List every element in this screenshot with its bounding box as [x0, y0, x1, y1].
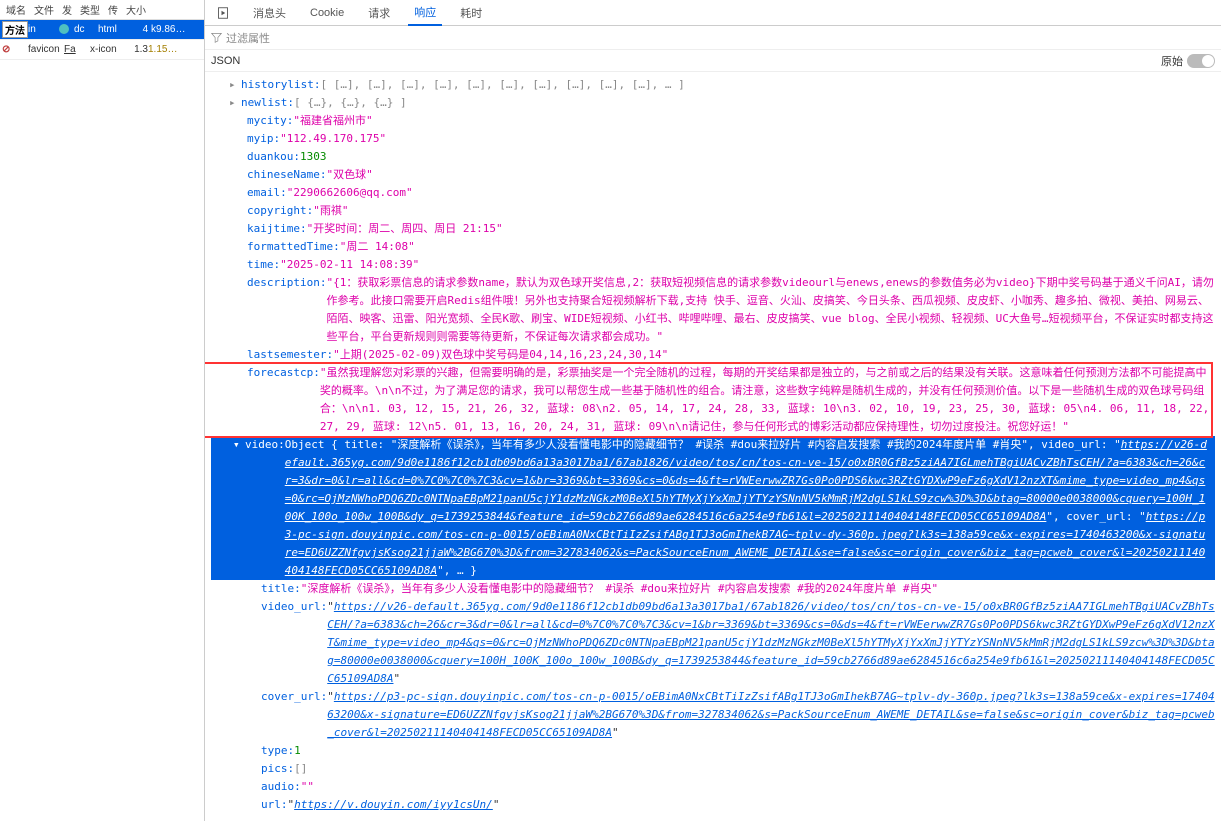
filter-icon	[211, 32, 222, 43]
raw-label: 原始	[1161, 53, 1183, 69]
method-badge: 方法	[2, 21, 28, 38]
blocked-icon: ⊘	[2, 44, 28, 55]
json-label: JSON	[211, 55, 240, 67]
filter-row: 过滤属性	[205, 26, 1221, 50]
pause-icon[interactable]	[211, 3, 235, 23]
tab-response[interactable]: 响应	[408, 0, 442, 26]
col-domain[interactable]: 域名	[2, 2, 30, 17]
raw-toggle[interactable]	[1187, 54, 1215, 68]
col-type[interactable]: 类型	[76, 2, 104, 17]
request-row-selected[interactable]: 方法 in dc html 4 k 9.86…	[0, 20, 204, 40]
json-body[interactable]: ▸historylist: [ […], […], […], […], […],…	[205, 72, 1221, 821]
request-row[interactable]: ⊘ favicon Fa x-icon 1.3 1.15…	[0, 40, 204, 60]
collapse-icon[interactable]: ▾	[233, 436, 245, 454]
tab-timing[interactable]: 耗时	[454, 1, 488, 25]
video-object-selected[interactable]: ▾video: Object { title: "深度解析《误杀》，当年有多少人…	[211, 436, 1215, 580]
request-list-panel: 域名 文件 发 类型 传 大小 方法 in dc html 4 k 9.86… …	[0, 0, 205, 821]
json-header-row: JSON 原始	[205, 50, 1221, 72]
tab-headers[interactable]: 消息头	[247, 1, 292, 25]
filter-placeholder[interactable]: 过滤属性	[226, 30, 270, 46]
tab-request[interactable]: 请求	[362, 1, 396, 25]
type-icon	[54, 24, 74, 35]
col-init[interactable]: 发	[58, 2, 76, 17]
col-size[interactable]: 大小	[122, 2, 150, 17]
expand-icon[interactable]: ▸	[229, 76, 241, 94]
detail-tabs: 消息头 Cookie 请求 响应 耗时	[205, 0, 1221, 26]
col-transfer[interactable]: 传	[104, 2, 122, 17]
col-file[interactable]: 文件	[30, 2, 58, 17]
request-list-header: 域名 文件 发 类型 传 大小	[0, 0, 204, 20]
tab-cookie[interactable]: Cookie	[304, 3, 350, 23]
expand-icon[interactable]: ▸	[229, 94, 241, 112]
selection-highlight	[205, 362, 1213, 438]
response-panel: 消息头 Cookie 请求 响应 耗时 过滤属性 JSON 原始 ▸histor…	[205, 0, 1221, 821]
